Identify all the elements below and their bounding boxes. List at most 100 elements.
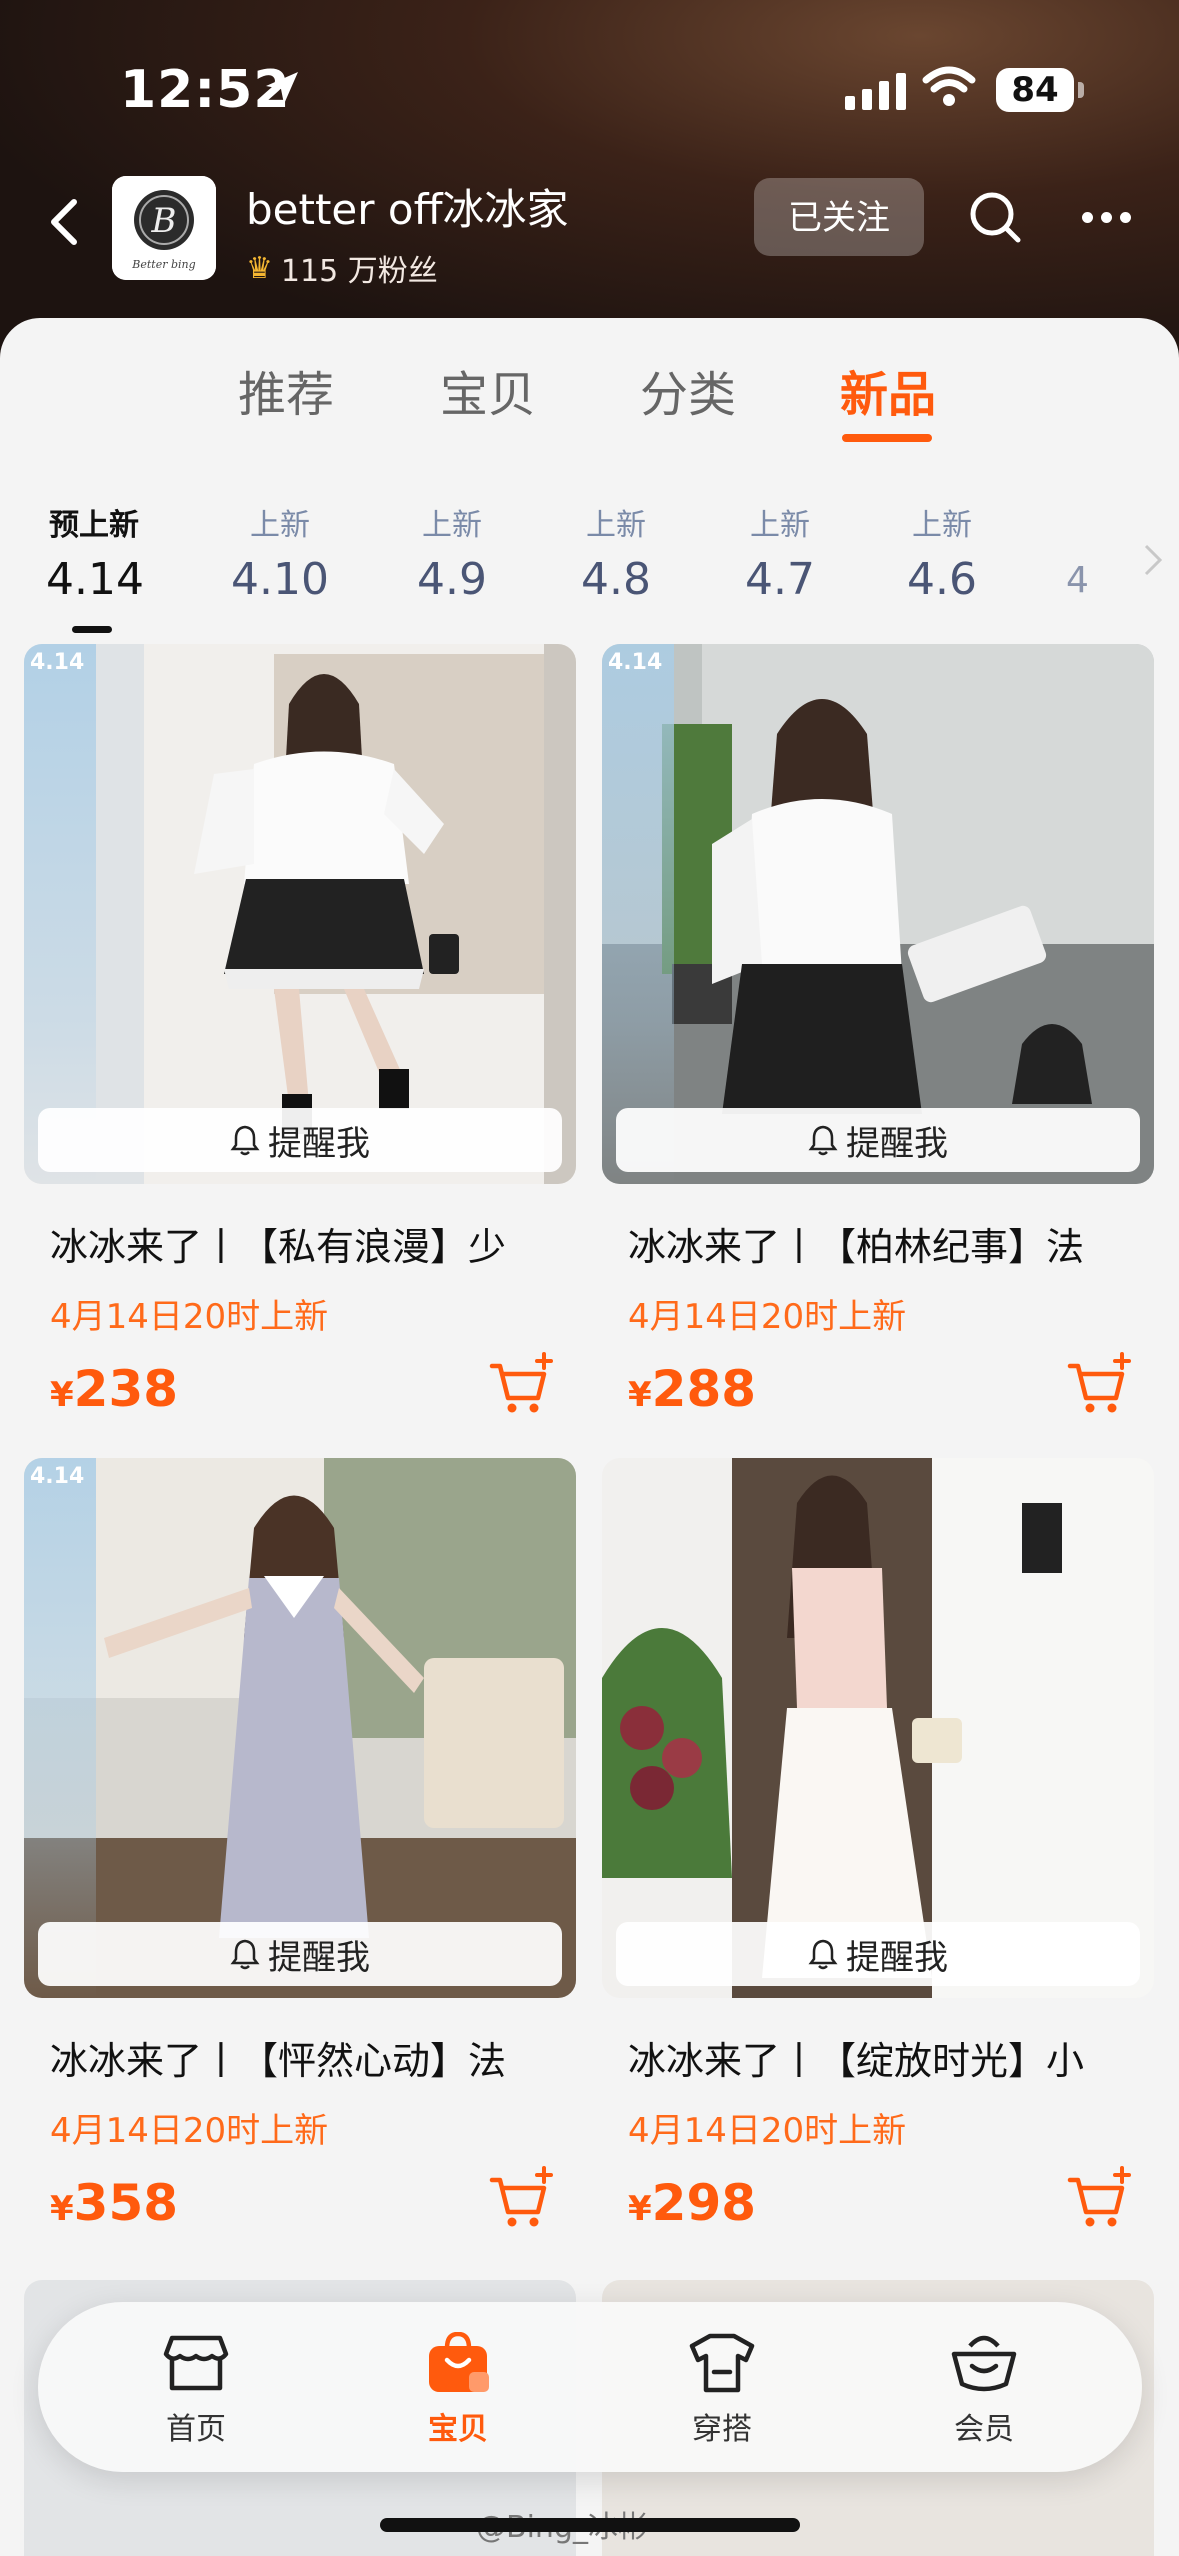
remind-me-button[interactable]: 提醒我 — [616, 1108, 1140, 1172]
chevron-right-icon[interactable] — [1142, 540, 1164, 580]
price-value: 288 — [651, 1360, 757, 1418]
price-row: ¥238 — [24, 1352, 576, 1442]
home-indicator[interactable] — [380, 2518, 800, 2532]
price-row: ¥288 — [602, 1352, 1154, 1442]
date-item-0[interactable]: 预上新 4.14 — [46, 500, 144, 605]
date-label: 预上新 — [49, 508, 139, 543]
remind-me-label: 提醒我 — [846, 1937, 948, 1978]
back-arrow-icon[interactable] — [46, 196, 82, 248]
date-label: 上新 — [750, 508, 810, 543]
product-title[interactable]: 冰冰来了丨【柏林纪事】法 — [628, 1216, 1148, 1271]
remind-me-button[interactable]: 提醒我 — [38, 1922, 562, 1986]
tab-recommend[interactable]: 推荐 — [238, 355, 334, 425]
active-date-indicator — [72, 626, 112, 633]
promo-tag-date: 4.14 — [608, 650, 663, 675]
date-day: 4.6 — [907, 554, 977, 605]
product-card[interactable]: 4.14 提醒我 冰冰来了丨【私有浪漫】少 4月14日20时上新 ¥238 — [24, 644, 576, 1442]
launch-time: 4月14日20时上新 — [628, 2111, 907, 2151]
bottom-tab-bar: 首页 宝贝 穿搭 会员 — [38, 2302, 1142, 2472]
nav-outfits[interactable]: 穿搭 — [642, 2332, 802, 2448]
add-to-cart-icon[interactable] — [488, 2166, 554, 2232]
shop-home-icon — [163, 2335, 229, 2391]
remind-me-label: 提醒我 — [268, 1937, 370, 1978]
signal-icon — [845, 70, 906, 110]
product-card[interactable]: 4.14 提醒我 冰冰来了丨【柏林纪事】法 4月14日20时上新 ¥288 — [602, 644, 1154, 1442]
follow-button[interactable]: 已关注 — [754, 178, 924, 256]
remind-me-label: 提醒我 — [268, 1123, 370, 1164]
product-photo-illustration — [602, 644, 1154, 1184]
tab-items[interactable]: 宝贝 — [440, 355, 536, 425]
fans-count-label: 115 万粉丝 — [280, 254, 438, 289]
member-basket-icon — [951, 2335, 1017, 2392]
launch-time: 4月14日20时上新 — [50, 1297, 329, 1337]
svg-text:Better bing: Better bing — [131, 258, 195, 271]
product-image[interactable]: 4.14 提醒我 — [24, 1458, 576, 1998]
date-item-5[interactable]: 上新 4.6 — [892, 500, 992, 605]
promo-tag-date: 4.14 — [30, 1464, 85, 1489]
product-title[interactable]: 冰冰来了丨【绽放时光】小 — [628, 2030, 1148, 2085]
product-card[interactable]: 4.14 提醒我 冰冰来了丨【怦然心动】法 4月14日20时上新 ¥358 — [24, 1458, 576, 2256]
tab-category[interactable]: 分类 — [640, 355, 736, 425]
date-item-4[interactable]: 上新 4.7 — [730, 500, 830, 605]
crown-icon: ♛ — [246, 250, 273, 286]
promo-side-tag: 4.14 — [24, 1458, 96, 1998]
remind-me-button[interactable]: 提醒我 — [38, 1108, 562, 1172]
search-icon[interactable] — [968, 190, 1024, 246]
date-day: 4.14 — [46, 554, 144, 605]
status-bar: 12:52 84 — [0, 50, 1179, 130]
shop-logo[interactable]: B Better bing — [112, 176, 216, 280]
product-image[interactable]: 提醒我 — [602, 1458, 1154, 1998]
nav-outfits-label: 穿搭 — [692, 2412, 752, 2447]
price-row: ¥358 — [24, 2166, 576, 2256]
wifi-icon — [922, 66, 976, 106]
date-label: 上新 — [586, 508, 646, 543]
promo-side-tag: 4.14 — [602, 644, 674, 1184]
nav-member-label: 会员 — [954, 2412, 1014, 2447]
date-label: 上新 — [422, 508, 482, 543]
svg-text:B: B — [151, 201, 177, 241]
launch-time: 4月14日20时上新 — [628, 1297, 907, 1337]
bell-icon — [230, 1939, 260, 1970]
date-item-1[interactable]: 上新 4.10 — [228, 500, 332, 605]
active-tab-indicator — [842, 434, 932, 442]
nav-items-label: 宝贝 — [428, 2412, 488, 2447]
product-price: ¥298 — [628, 2174, 756, 2232]
date-label: 上新 — [912, 508, 972, 543]
shop-name: better off冰冰家 — [246, 185, 569, 234]
add-to-cart-icon[interactable] — [1066, 2166, 1132, 2232]
date-label: 上新 — [250, 508, 310, 543]
currency-symbol: ¥ — [628, 1375, 652, 1415]
nav-home-label: 首页 — [166, 2412, 226, 2447]
date-item-3[interactable]: 上新 4.8 — [566, 500, 666, 605]
product-image[interactable]: 4.14 提醒我 — [602, 644, 1154, 1184]
date-item-2[interactable]: 上新 4.9 — [402, 500, 502, 605]
price-value: 358 — [73, 2174, 179, 2232]
bell-icon — [808, 1939, 838, 1970]
add-to-cart-icon[interactable] — [1066, 1352, 1132, 1418]
currency-symbol: ¥ — [50, 1375, 74, 1415]
remind-me-button[interactable]: 提醒我 — [616, 1922, 1140, 1986]
tab-new[interactable]: 新品 — [840, 355, 936, 425]
product-card[interactable]: 提醒我 冰冰来了丨【绽放时光】小 4月14日20时上新 ¥298 — [602, 1458, 1154, 2256]
add-to-cart-icon[interactable] — [488, 1352, 554, 1418]
product-photo-illustration — [24, 644, 576, 1184]
battery-nub — [1078, 82, 1084, 98]
nav-items[interactable]: 宝贝 — [378, 2331, 538, 2448]
nav-home[interactable]: 首页 — [116, 2332, 276, 2448]
more-options-icon[interactable] — [1082, 212, 1131, 223]
product-price: ¥238 — [50, 1360, 178, 1418]
product-title[interactable]: 冰冰来了丨【私有浪漫】少 — [50, 1216, 570, 1271]
shop-tabs: 推荐 宝贝 分类 新品 — [0, 355, 1179, 445]
date-day: 4.10 — [231, 554, 329, 605]
product-title[interactable]: 冰冰来了丨【怦然心动】法 — [50, 2030, 570, 2085]
fans-count: ♛ 115 万粉丝 — [246, 246, 438, 290]
nav-member[interactable]: 会员 — [904, 2332, 1064, 2448]
product-price: ¥358 — [50, 2174, 178, 2232]
price-value: 238 — [73, 1360, 179, 1418]
product-image[interactable]: 4.14 提醒我 — [24, 644, 576, 1184]
product-photo-illustration — [24, 1458, 576, 1998]
promo-tag-date: 4.14 — [30, 650, 85, 675]
currency-symbol: ¥ — [50, 2189, 74, 2229]
shop-logo-emblem-icon: B Better bing — [112, 176, 216, 280]
tshirt-icon — [689, 2333, 755, 2393]
